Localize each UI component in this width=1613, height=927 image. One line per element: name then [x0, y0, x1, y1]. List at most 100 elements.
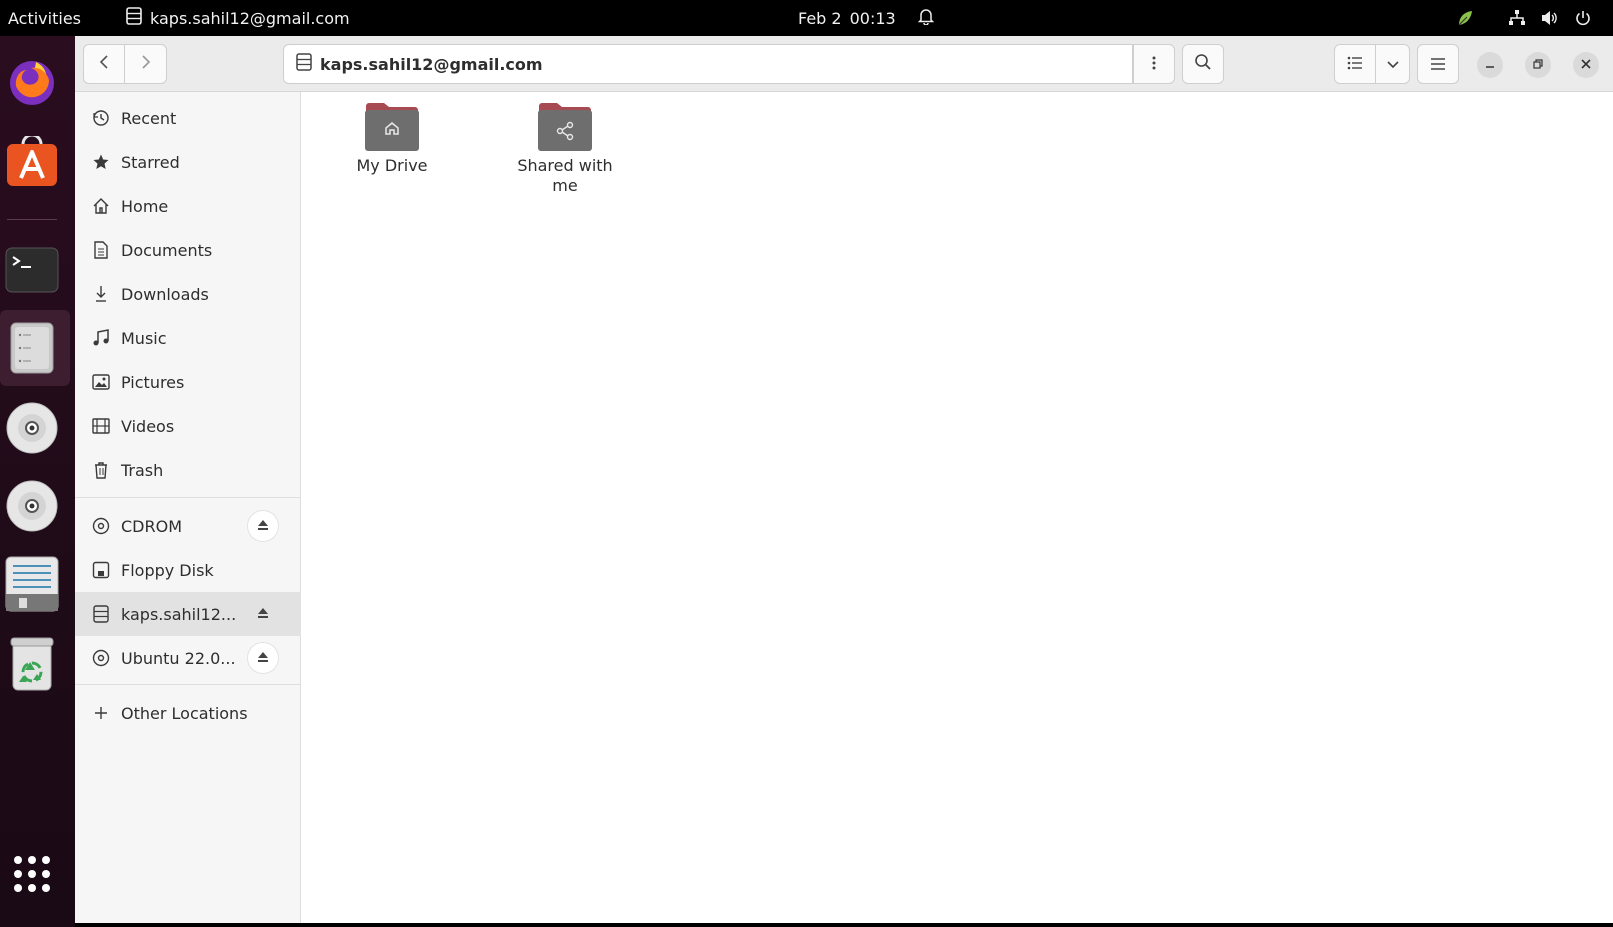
- sidebar-item-label: Other Locations: [121, 703, 248, 723]
- clock[interactable]: Feb 2 00:13: [798, 0, 935, 36]
- download-icon: [91, 284, 111, 304]
- document-icon: [91, 240, 111, 260]
- video-icon: [91, 416, 111, 436]
- search-button[interactable]: [1182, 44, 1224, 84]
- sidebar-item-label: Pictures: [121, 372, 185, 392]
- files-window: kaps.sahil12@gmail.com Recent Starred Ho…: [75, 36, 1613, 923]
- sidebar: Recent Starred Home Documents Downloads …: [75, 92, 301, 923]
- files-icon[interactable]: [4, 320, 60, 376]
- folder-label: Shared with me: [517, 156, 613, 195]
- sidebar-item-label: Floppy Disk: [121, 560, 214, 580]
- eject-button[interactable]: [247, 510, 279, 542]
- back-button[interactable]: [83, 44, 125, 84]
- shared-folder-icon: [537, 102, 593, 152]
- network-drive-icon: [296, 53, 312, 75]
- path-menu-button[interactable]: [1133, 44, 1175, 84]
- sidebar-item-documents[interactable]: Documents: [75, 228, 301, 272]
- plus-icon: [91, 703, 111, 723]
- folder-label: My Drive: [356, 156, 428, 175]
- leaf-icon[interactable]: [1456, 0, 1474, 36]
- sidebar-item-music[interactable]: Music: [75, 316, 301, 360]
- sidebar-item-label: kaps.sahil12...: [121, 604, 237, 624]
- forward-button[interactable]: [125, 44, 167, 84]
- list-view-button[interactable]: [1334, 44, 1376, 84]
- app-menu[interactable]: kaps.sahil12@gmail.com: [126, 0, 350, 36]
- minimize-button[interactable]: [1477, 52, 1503, 78]
- network-drive-icon: [91, 604, 111, 624]
- clock-icon: [91, 108, 111, 128]
- folder-item[interactable]: My Drive: [327, 102, 457, 176]
- sidebar-item-label: Starred: [121, 152, 180, 172]
- sidebar-item-label: Recent: [121, 108, 177, 128]
- network-drive-icon: [126, 7, 142, 29]
- sidebar-item-pictures[interactable]: Pictures: [75, 360, 301, 404]
- sidebar-item-label: Music: [121, 328, 167, 348]
- sidebar-item-label: Home: [121, 196, 169, 216]
- home-icon: [91, 196, 111, 216]
- firefox-icon[interactable]: [4, 54, 60, 110]
- view-options-button[interactable]: [1376, 44, 1410, 84]
- network-icon[interactable]: [1508, 0, 1526, 36]
- minimize-icon: [1485, 58, 1495, 72]
- eject-icon: [257, 651, 269, 666]
- top-bar: Activities kaps.sahil12@gmail.com Feb 2 …: [0, 0, 1613, 36]
- power-icon[interactable]: [1575, 0, 1591, 36]
- sidebar-item-label: Ubuntu 22.0...: [121, 648, 236, 668]
- sidebar-item-videos[interactable]: Videos: [75, 404, 301, 448]
- restore-icon: [1533, 58, 1543, 72]
- hamburger-icon: [1430, 55, 1446, 74]
- eject-button[interactable]: [247, 598, 279, 630]
- sidebar-item-label: CDROM: [121, 516, 183, 536]
- sidebar-item-floppy-disk[interactable]: Floppy Disk: [75, 548, 301, 592]
- app-store-icon[interactable]: [4, 134, 60, 190]
- trash-icon[interactable]: [4, 636, 60, 692]
- star-icon: [91, 152, 111, 172]
- show-apps-icon[interactable]: [4, 846, 60, 902]
- disc-icon: [91, 516, 111, 536]
- eject-icon: [257, 519, 269, 534]
- sidebar-item-starred[interactable]: Starred: [75, 140, 301, 184]
- path-label: kaps.sahil12@gmail.com: [320, 54, 543, 74]
- sidebar-item-downloads[interactable]: Downloads: [75, 272, 301, 316]
- folder-item[interactable]: Shared with me: [500, 102, 630, 196]
- floppy-icon: [91, 560, 111, 580]
- eject-icon: [257, 607, 269, 622]
- music-icon: [91, 328, 111, 348]
- eject-button[interactable]: [247, 642, 279, 674]
- main-menu-button[interactable]: [1417, 44, 1459, 84]
- activities-label: Activities: [8, 8, 81, 28]
- picture-icon: [91, 372, 111, 392]
- date-label: Feb 2: [798, 8, 842, 28]
- sidebar-item-recent[interactable]: Recent: [75, 96, 301, 140]
- search-icon: [1194, 53, 1212, 75]
- cd-icon[interactable]: [4, 478, 60, 534]
- sidebar-item-label: Documents: [121, 240, 213, 260]
- disc-icon: [91, 648, 111, 668]
- trash-icon: [91, 460, 111, 480]
- maximize-button[interactable]: [1525, 52, 1551, 78]
- vertical-dots-icon: [1152, 55, 1156, 74]
- sidebar-item-label: Downloads: [121, 284, 209, 304]
- close-icon: [1581, 58, 1591, 72]
- app-title: kaps.sahil12@gmail.com: [150, 8, 350, 28]
- close-button[interactable]: [1573, 52, 1599, 78]
- header-bar: kaps.sahil12@gmail.com: [75, 36, 1613, 92]
- home-folder-icon: [364, 102, 420, 152]
- bell-icon: [917, 7, 935, 29]
- sidebar-item-home[interactable]: Home: [75, 184, 301, 228]
- chevron-left-icon: [99, 54, 109, 74]
- volume-icon[interactable]: [1541, 0, 1559, 36]
- text-editor-icon[interactable]: [4, 556, 60, 612]
- cd-icon[interactable]: [4, 400, 60, 456]
- sidebar-item-label: Videos: [121, 416, 175, 436]
- sidebar-item-other-locations[interactable]: Other Locations: [75, 691, 301, 735]
- path-bar[interactable]: kaps.sahil12@gmail.com: [283, 44, 1133, 84]
- sidebar-item-trash[interactable]: Trash: [75, 448, 301, 492]
- chevron-down-icon: [1386, 55, 1400, 74]
- dock: [0, 36, 75, 927]
- list-view-icon: [1347, 55, 1363, 74]
- sidebar-item-label: Trash: [121, 460, 164, 480]
- activities-button[interactable]: Activities: [8, 0, 81, 36]
- chevron-right-icon: [141, 54, 151, 74]
- terminal-icon[interactable]: [4, 242, 60, 298]
